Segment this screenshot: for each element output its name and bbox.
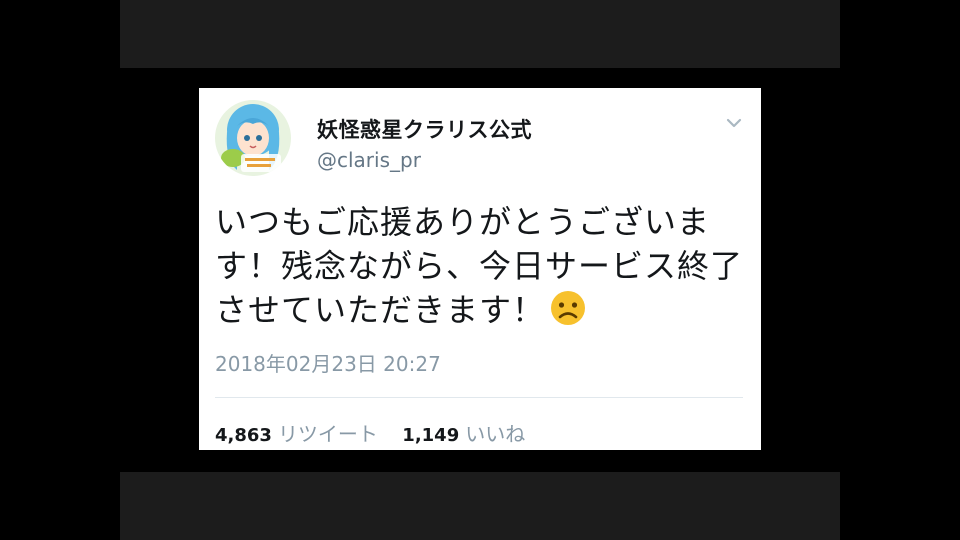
- like-label: いいね: [465, 422, 526, 446]
- retweet-count: 4,863: [215, 425, 272, 446]
- retweet-count-link[interactable]: 4,863 リツイート: [215, 418, 378, 447]
- video-frame: 妖怪惑星クラリス公式 @claris_pr いつもご応援ありがとうございます！残…: [0, 0, 960, 540]
- top-letterbox-band: [120, 0, 840, 68]
- tweet-card: 妖怪惑星クラリス公式 @claris_pr いつもご応援ありがとうございます！残…: [199, 88, 761, 450]
- tweet-body: いつもご応援ありがとうございます！残念ながら、今日サービス終了させていただきます…: [215, 203, 744, 329]
- avatar[interactable]: [215, 100, 291, 176]
- username-handle[interactable]: @claris_pr: [317, 148, 421, 172]
- tweet-text: いつもご応援ありがとうございます！残念ながら、今日サービス終了させていただきます…: [215, 200, 745, 332]
- display-name[interactable]: 妖怪惑星クラリス公式: [317, 114, 532, 144]
- retweet-label: リツイート: [277, 422, 378, 446]
- frowning-face-icon: [549, 289, 587, 327]
- like-count: 1,149: [402, 425, 460, 446]
- bottom-letterbox-band: [120, 472, 840, 540]
- like-count-link[interactable]: 1,149 いいね: [402, 418, 525, 447]
- divider: [215, 397, 743, 398]
- tweet-stats: 4,863 リツイート 1,149 いいね: [215, 418, 543, 447]
- tweet-timestamp[interactable]: 2018年02月23日 20:27: [215, 348, 441, 377]
- chevron-down-icon[interactable]: [723, 112, 745, 134]
- avatar-illustration-icon: [215, 100, 291, 176]
